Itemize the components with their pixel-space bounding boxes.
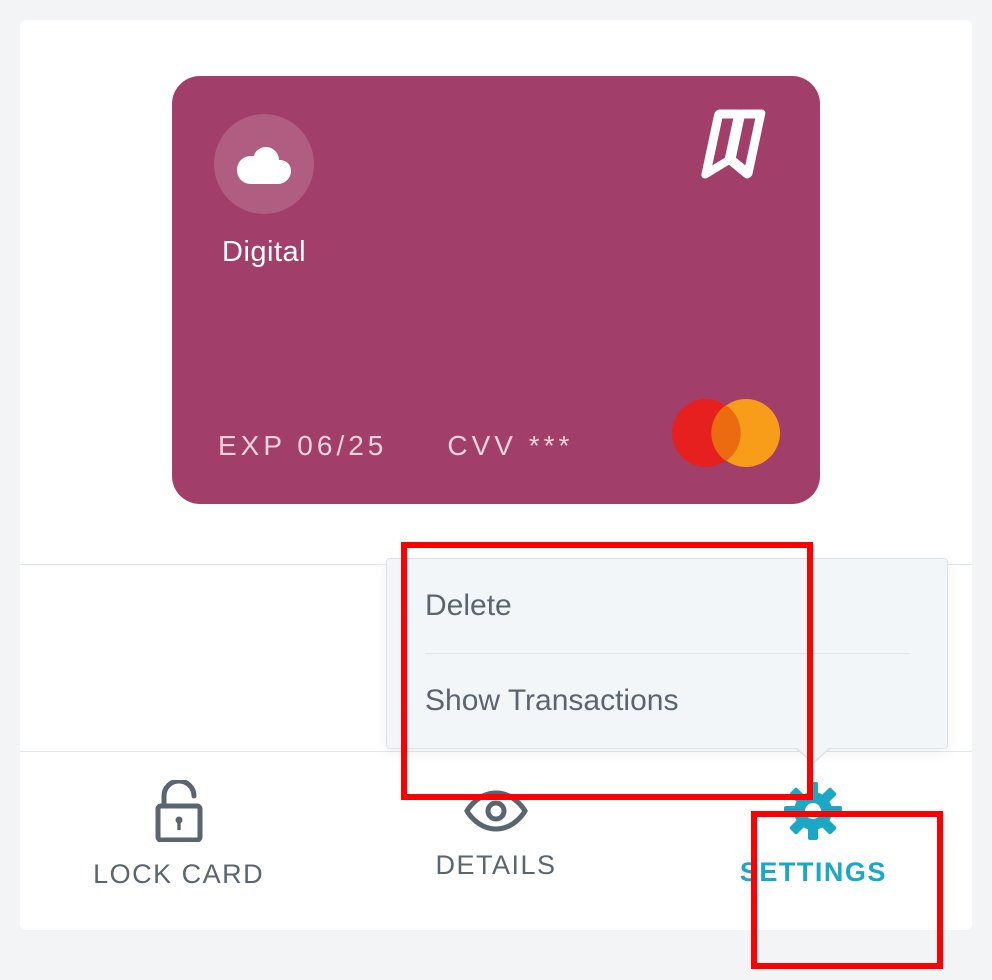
delete-option[interactable]: Delete: [387, 559, 947, 653]
show-transactions-option[interactable]: Show Transactions: [387, 654, 947, 748]
lock-card-button[interactable]: LOCK CARD: [20, 752, 337, 930]
cloud-icon: [214, 114, 314, 214]
card-expiry: EXP 06/25: [218, 430, 387, 462]
card-panel: Digital EXP 06/25 CVV *** AVA: [20, 20, 972, 930]
settings-label: SETTINGS: [740, 857, 887, 888]
card-display-area: Digital EXP 06/25 CVV ***: [20, 20, 972, 564]
card-bottom-row: EXP 06/25 CVV ***: [218, 430, 784, 462]
card-cvv: CVV ***: [447, 430, 573, 462]
actions-row: LOCK CARD DETAILS: [20, 751, 972, 930]
digital-card: Digital EXP 06/25 CVV ***: [172, 76, 820, 504]
mastercard-icon: [668, 397, 784, 474]
brand-logo-icon: [694, 108, 786, 185]
card-type-label: Digital: [222, 236, 784, 269]
settings-popover: Delete Show Transactions: [386, 558, 948, 749]
details-button[interactable]: DETAILS: [337, 752, 654, 930]
settings-button[interactable]: SETTINGS: [655, 752, 972, 930]
lock-icon: [152, 780, 206, 847]
details-label: DETAILS: [435, 850, 556, 881]
lock-card-label: LOCK CARD: [93, 859, 264, 890]
gear-icon: [784, 782, 842, 845]
eye-icon: [463, 789, 529, 838]
